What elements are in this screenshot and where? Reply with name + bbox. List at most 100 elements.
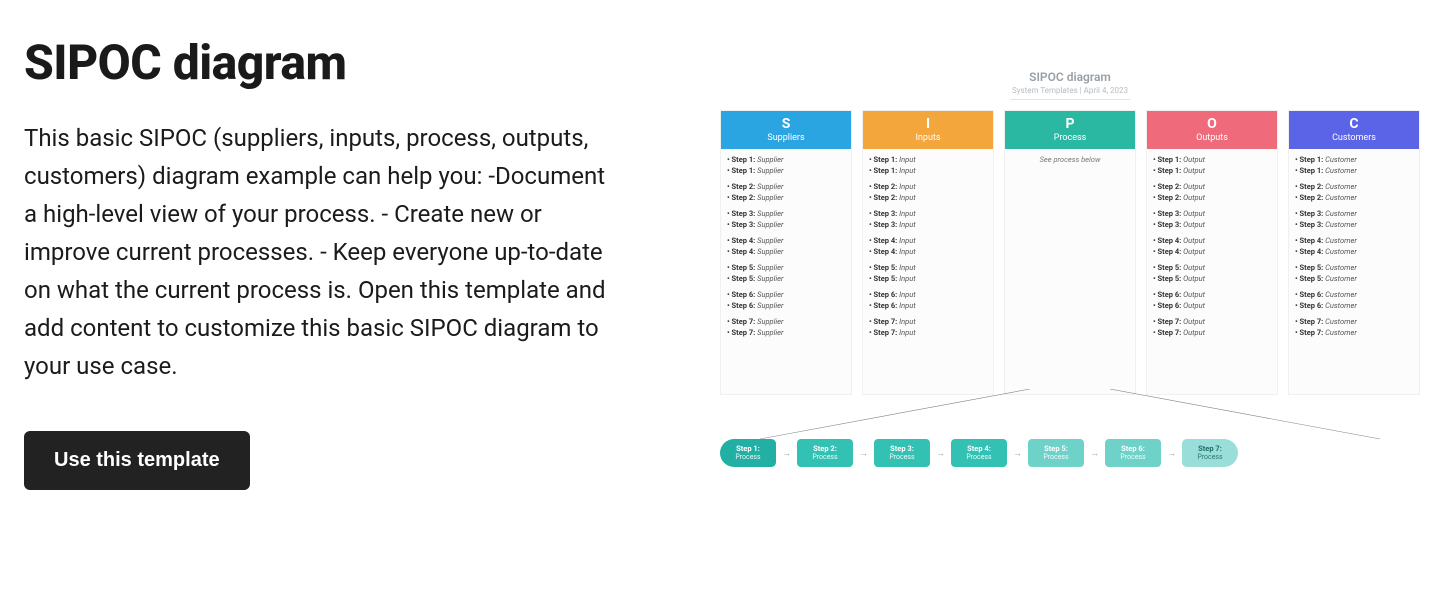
column-name: Outputs [1151,133,1273,143]
column-cell: • Step 1: Output• Step 1: Output [1153,155,1271,176]
flow-step-sub: Process [803,453,847,461]
column-cell: • Step 4: Customer• Step 4: Customer [1295,236,1413,257]
column-body: • Step 1: Input• Step 1: Input • Step 2: … [863,149,993,350]
column-cell-line: • Step 1: Input [869,166,987,177]
column-cell-line: • Step 4: Customer [1295,247,1413,258]
column-cell-line: • Step 1: Customer [1295,155,1413,166]
column-cell: • Step 1: Customer• Step 1: Customer [1295,155,1413,176]
column-cell: • Step 6: Output• Step 6: Output [1153,290,1271,311]
flow-step-title: Step 7: [1188,445,1232,453]
preview-column-customers: C Customers • Step 1: Customer• Step 1: Cu… [1288,110,1420,395]
column-letter: O [1151,117,1273,131]
column-cell-line: • Step 1: Output [1153,166,1271,177]
flow-step-sub: Process [1188,453,1232,461]
column-cell: • Step 3: Customer• Step 3: Customer [1295,209,1413,230]
flow-step-title: Step 2: [803,445,847,453]
preview-column-process: P Process See process below [1004,110,1136,395]
column-name: Customers [1293,133,1415,143]
column-cell-line: • Step 5: Input [869,274,987,285]
column-header: SSuppliers [721,111,851,149]
column-cell: • Step 7: Supplier• Step 7: Supplier [727,317,845,338]
column-cell: • Step 2: Supplier• Step 2: Supplier [727,182,845,203]
arrow-right-icon: → [1013,448,1022,459]
column-cell-line: • Step 3: Input [869,220,987,231]
column-letter: S [725,117,847,131]
preview-title: SIPOC diagram [720,70,1420,84]
flow-step-sub: Process [726,453,770,461]
column-cell-line: • Step 7: Supplier [727,328,845,339]
column-cell-line: • Step 2: Output [1153,193,1271,204]
flow-step-3: Step 3:Process [874,439,930,467]
column-cell-line: • Step 3: Input [869,209,987,220]
column-cell: • Step 3: Supplier• Step 3: Supplier [727,209,845,230]
column-cell-line: • Step 3: Supplier [727,220,845,231]
column-letter: C [1293,117,1415,131]
column-cell-line: • Step 5: Supplier [727,263,845,274]
column-header: C Customers [1289,111,1419,149]
column-name: Process [1009,133,1131,143]
column-cell: • Step 2: Customer• Step 2: Customer [1295,182,1413,203]
column-cell: • Step 6: Input• Step 6: Input [869,290,987,311]
column-cell-line: • Step 6: Supplier [727,290,845,301]
column-body: • Step 1: Output• Step 1: Output • Step 2… [1147,149,1277,350]
column-cell-line: • Step 1: Input [869,155,987,166]
column-cell-line: • Step 2: Supplier [727,182,845,193]
column-header: IInputs [863,111,993,149]
column-cell-line: • Step 6: Output [1153,301,1271,312]
column-cell-line: • Step 7: Output [1153,317,1271,328]
column-letter: P [1009,117,1131,131]
column-cell-line: • Step 6: Input [869,301,987,312]
column-cell: • Step 5: Supplier• Step 5: Supplier [727,263,845,284]
column-cell-line: • Step 7: Supplier [727,317,845,328]
column-cell-line: • Step 2: Customer [1295,193,1413,204]
preview-divider [1010,99,1130,100]
column-cell-line: • Step 4: Customer [1295,236,1413,247]
column-cell: • Step 5: Output• Step 5: Output [1153,263,1271,284]
flow-step-7: Step 7:Process [1182,439,1238,467]
column-cell-line: • Step 5: Output [1153,274,1271,285]
flow-step-2: Step 2:Process [797,439,853,467]
column-cell-line: • Step 7: Customer [1295,328,1413,339]
column-cell-line: • Step 1: Supplier [727,166,845,177]
use-this-template-button[interactable]: Use this template [24,431,250,490]
column-cell-line: • Step 4: Output [1153,247,1271,258]
column-cell: • Step 6: Customer• Step 6: Customer [1295,290,1413,311]
column-cell: • Step 3: Output• Step 3: Output [1153,209,1271,230]
column-cell-line: • Step 6: Customer [1295,290,1413,301]
flow-step-6: Step 6:Process [1105,439,1161,467]
column-cell-line: • Step 4: Supplier [727,247,845,258]
column-cell-line: • Step 7: Input [869,317,987,328]
column-cell: • Step 2: Output• Step 2: Output [1153,182,1271,203]
preview-columns: SSuppliers • Step 1: Supplier• Step 1: Su… [720,110,1420,395]
arrow-right-icon: → [1090,448,1099,459]
column-cell: • Step 3: Input• Step 3: Input [869,209,987,230]
column-cell-line: • Step 5: Supplier [727,274,845,285]
column-cell-line: • Step 5: Customer [1295,274,1413,285]
flow-step-title: Step 5: [1034,445,1078,453]
column-cell-line: • Step 1: Output [1153,155,1271,166]
column-cell-line: • Step 6: Supplier [727,301,845,312]
flow-step-title: Step 3: [880,445,924,453]
column-cell-line: • Step 4: Output [1153,236,1271,247]
column-cell: • Step 2: Input• Step 2: Input [869,182,987,203]
column-cell: • Step 1: Supplier• Step 1: Supplier [727,155,845,176]
column-cell-line: • Step 5: Output [1153,263,1271,274]
flow-step-sub: Process [1034,453,1078,461]
flow-step-title: Step 4: [957,445,1001,453]
column-cell-line: • Step 2: Customer [1295,182,1413,193]
column-cell-line: • Step 7: Customer [1295,317,1413,328]
column-cell-line: • Step 1: Supplier [727,155,845,166]
column-cell-line: • Step 3: Customer [1295,220,1413,231]
column-cell-line: • Step 3: Customer [1295,209,1413,220]
flow-step-5: Step 5:Process [1028,439,1084,467]
column-cell-line: • Step 4: Input [869,236,987,247]
column-cell-line: • Step 3: Output [1153,209,1271,220]
column-cell-line: • Step 2: Input [869,182,987,193]
preview-column-inputs: IInputs• Step 1: Input• Step 1: Input• S… [862,110,994,395]
flow-step-1: Step 1:Process [720,439,776,467]
column-cell: • Step 7: Output• Step 7: Output [1153,317,1271,338]
column-cell-line: • Step 4: Supplier [727,236,845,247]
column-body: See process below [1005,149,1135,172]
column-cell-line: • Step 6: Input [869,290,987,301]
column-cell-line: • Step 4: Input [869,247,987,258]
